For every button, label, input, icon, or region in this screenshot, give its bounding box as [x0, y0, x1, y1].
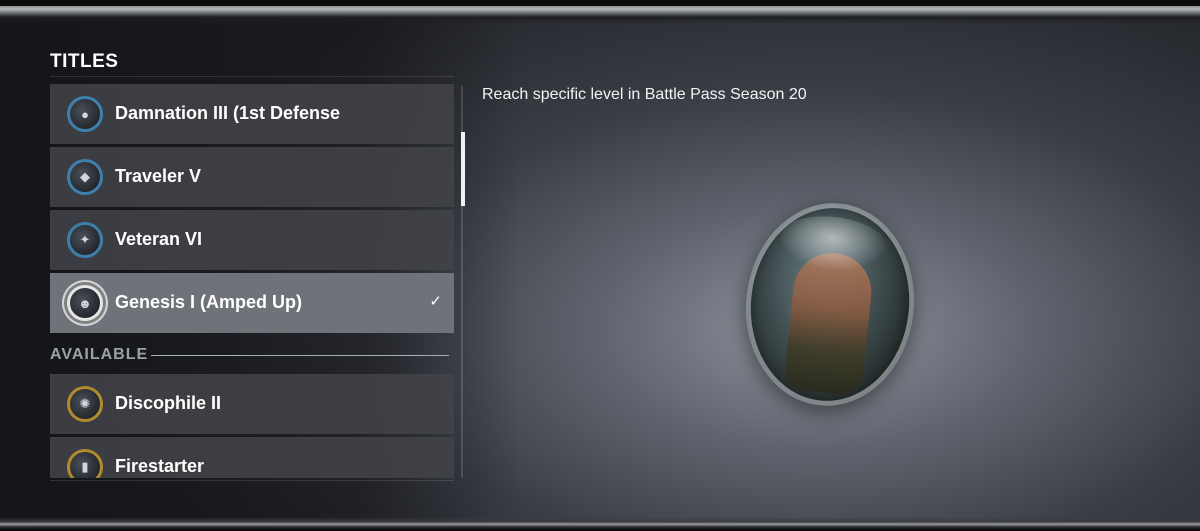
available-header: AVAILABLE — [50, 346, 454, 366]
torn-bottom-border — [0, 517, 1200, 531]
medal-preview — [735, 194, 925, 415]
list-item-veteran[interactable]: ✦ Veteran VI — [50, 210, 454, 270]
divider — [50, 76, 454, 77]
medal-shine — [773, 211, 891, 277]
list-item-traveler[interactable]: ◆ Traveler V — [50, 147, 454, 207]
portrait-figure — [782, 249, 876, 397]
item-label: Traveler V — [115, 166, 202, 186]
checkmark-icon: ✓ — [429, 293, 442, 310]
titles-list[interactable]: ● Damnation III (1st Defense Se ◆ Travel… — [50, 84, 454, 478]
fire-badge-icon: ▮ — [67, 449, 103, 478]
list-item-discophile[interactable]: ✺ Discophile II — [50, 374, 454, 434]
item-label: Firestarter — [115, 456, 205, 476]
skull-badge-icon: ● — [67, 96, 103, 132]
item-label: Genesis I (Amped Up) — [115, 292, 303, 312]
divider — [151, 355, 449, 356]
section-title: TITLES — [50, 51, 119, 72]
torn-top-border — [0, 0, 1200, 24]
list-item-firestarter[interactable]: ▮ Firestarter — [50, 437, 454, 478]
scrollbar-thumb[interactable] — [461, 132, 465, 206]
item-label: Damnation III (1st Defense Se — [115, 103, 343, 123]
list-item-damnation[interactable]: ● Damnation III (1st Defense Se — [50, 84, 454, 144]
title-description: Reach specific level in Battle Pass Seas… — [482, 86, 807, 103]
item-label: Veteran VI — [115, 229, 203, 249]
titles-panel: TITLES ● Damnation III (1st Defense Se ◆… — [50, 46, 454, 486]
disco-badge-icon: ✺ — [67, 386, 103, 422]
divider — [50, 480, 454, 481]
item-label: Discophile II — [115, 393, 222, 413]
list-item-genesis[interactable]: ☻ Genesis I (Amped Up) ✓ — [50, 273, 454, 333]
available-label: AVAILABLE — [50, 346, 149, 363]
emblem-badge-icon: ✦ — [67, 222, 103, 258]
portrait-badge-icon: ☻ — [67, 285, 103, 321]
crystal-badge-icon: ◆ — [67, 159, 103, 195]
